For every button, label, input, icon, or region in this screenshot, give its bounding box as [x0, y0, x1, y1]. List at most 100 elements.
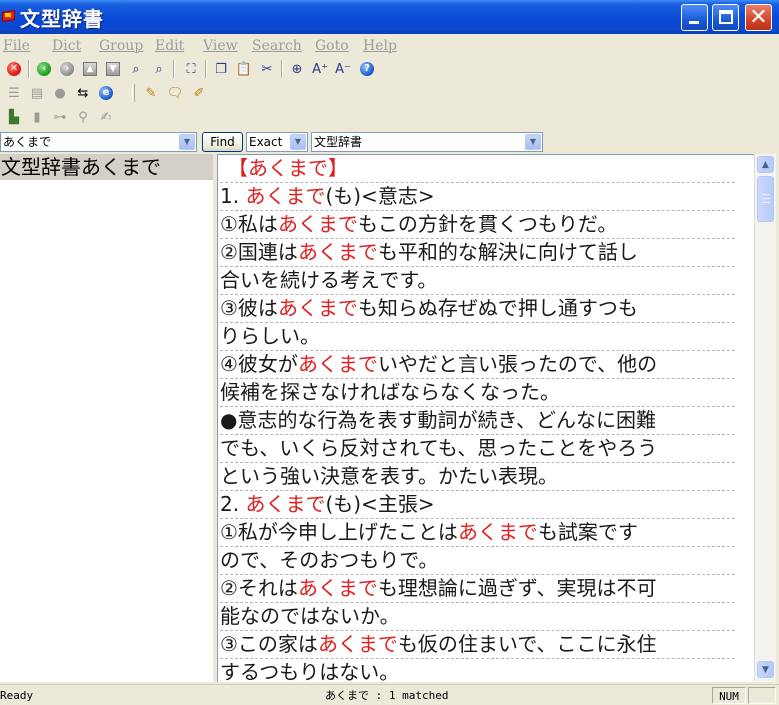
chevron-down-icon[interactable]: ▼ [290, 134, 306, 150]
highlight-icon: ✎ [145, 85, 157, 101]
search-button[interactable]: ⌕ [127, 60, 145, 78]
scroll-thumb[interactable] [757, 176, 774, 222]
edit-pen-button[interactable]: ✐ [190, 84, 208, 102]
fullscreen-button[interactable]: ⛶ [182, 60, 200, 78]
entry-line: という強い決意を表す。かたい表現。 [220, 463, 735, 491]
entry-text: 2. [220, 492, 246, 516]
font-decrease-button[interactable]: A⁻ [334, 60, 352, 78]
highlighted-term: あくまで [317, 632, 398, 656]
entry-line: ②国連はあくまでも平和的な解決に向けて話し [220, 239, 735, 267]
menu-file[interactable]: File [3, 38, 30, 54]
highlight-button[interactable]: ✎ [142, 84, 160, 102]
highlighted-term: 【あくまで】 [228, 156, 348, 180]
up-button[interactable]: ▲ [81, 60, 99, 78]
zoom-button[interactable]: ⊕ [288, 60, 306, 78]
document-icon: ▮ [33, 109, 41, 125]
entry-text: ので、そのおつもりで。 [220, 548, 439, 572]
entry-line: ①私はあくまでもこの方針を貫くつもりだ。 [220, 211, 735, 239]
speech-button[interactable]: ● [51, 84, 69, 102]
copy-icon: ❐ [215, 61, 227, 77]
entry-text: も理想論に過ぎず、実現は不可 [377, 576, 657, 600]
chevron-down-icon[interactable]: ▼ [179, 134, 195, 150]
query-combo[interactable]: あくまで ▼ [0, 132, 197, 152]
help-button[interactable]: ? [358, 60, 376, 78]
entry-text: (も)<意志> [325, 184, 435, 208]
entry-text: ③この家は [220, 632, 318, 656]
entry-view[interactable]: 【あくまで】 1. あくまで(も)<意志> ①私はあくまでもこの方針を貫くつもりだ。… [217, 154, 754, 682]
menu-view[interactable]: View [203, 38, 238, 54]
menu-group[interactable]: Group [99, 38, 143, 54]
bookmark-icon: ▙ [9, 109, 19, 125]
entry-text: ①私が今申し上げたことは [220, 520, 458, 544]
font-increase-icon: A⁺ [312, 61, 328, 77]
stop-button[interactable]: ✕ [5, 60, 23, 78]
highlighted-term: あくまで [245, 492, 326, 516]
pin-button[interactable]: ⚲ [74, 108, 92, 126]
cut-button[interactable]: ✂ [258, 60, 276, 78]
menu-edit[interactable]: Edit [155, 38, 184, 54]
forward-button[interactable]: › [58, 60, 76, 78]
chevron-down-icon[interactable]: ▼ [525, 134, 541, 150]
entry-line: ④彼女があくまでいやだと言い張ったので、他の [220, 351, 735, 379]
find-button[interactable]: Find [202, 132, 243, 152]
entry-text: ④彼女が [220, 352, 298, 376]
match-mode-value: Exact [249, 135, 283, 149]
menu-search[interactable]: Search [252, 38, 302, 54]
cut-icon: ✂ [261, 61, 273, 77]
entry-line: ③彼はあくまでも知らぬ存ぜぬで押し通すつも [220, 295, 735, 323]
web-icon: e [99, 86, 113, 100]
highlighted-term: あくまで [297, 352, 378, 376]
web-button[interactable]: e [97, 84, 115, 102]
highlighted-term: あくまで [277, 212, 358, 236]
document-button[interactable]: ▮ [28, 108, 46, 126]
font-decrease-icon: A⁻ [335, 61, 351, 77]
chevron-down-icon: ▼ [762, 664, 769, 675]
tree-button[interactable]: ⊶ [51, 108, 69, 126]
match-mode-select[interactable]: Exact ▼ [246, 132, 308, 152]
write-button[interactable]: ✍ [97, 108, 115, 126]
font-increase-button[interactable]: A⁺ [311, 60, 329, 78]
title-bar[interactable]: 文型辞書 ✕ [0, 0, 779, 34]
navigate-button[interactable]: ⇆ [74, 84, 92, 102]
help-icon: ? [360, 62, 374, 76]
copy-button[interactable]: ❐ [212, 60, 230, 78]
card-button[interactable]: ▤ [28, 84, 46, 102]
menu-help[interactable]: Help [363, 38, 397, 54]
search-next-button[interactable]: ⌕ [150, 60, 168, 78]
scroll-up-arrow[interactable]: ▲ [757, 156, 774, 173]
dictionary-select[interactable]: 文型辞書 ▼ [311, 132, 543, 152]
stop-icon: ✕ [7, 62, 21, 76]
list-button[interactable]: ☰ [5, 84, 23, 102]
toolbar-grip[interactable] [132, 84, 135, 102]
entry-text: 1. [220, 184, 246, 208]
back-button[interactable]: ‹ [35, 60, 53, 78]
maximize-button[interactable] [712, 4, 739, 31]
entry-line: 1. あくまで(も)<意志> [220, 183, 735, 211]
dictionary-value: 文型辞書 [314, 135, 363, 149]
menu-goto[interactable]: Goto [315, 38, 349, 54]
vertical-scrollbar[interactable]: ▲ ▼ [754, 154, 776, 682]
minimize-button[interactable] [681, 4, 708, 31]
down-button[interactable]: ▼ [104, 60, 122, 78]
result-item[interactable]: 文型辞書あくまで [0, 154, 213, 180]
highlighted-term: あくまで [457, 520, 538, 544]
fullscreen-icon: ⛶ [186, 61, 196, 77]
search-input[interactable]: あくまで [3, 135, 51, 149]
entry-line: でも、いくら反対されても、思ったことをやろう [220, 435, 735, 463]
paste-button[interactable]: 📋 [235, 60, 253, 78]
search-icon: ⌕ [132, 61, 140, 77]
back-icon: ‹ [37, 62, 51, 76]
bookmark-button[interactable]: ▙ [5, 108, 23, 126]
toolbar-separator [205, 60, 207, 78]
menu-dict[interactable]: Dict [52, 38, 81, 54]
close-button[interactable]: ✕ [745, 4, 772, 31]
scroll-down-arrow[interactable]: ▼ [757, 661, 774, 678]
window-title: 文型辞書 [20, 7, 104, 31]
results-list: 文型辞書あくまで [0, 154, 213, 682]
note-button[interactable]: 🗨 [166, 84, 184, 102]
entry-text: もこの方針を貫くつもりだ。 [357, 212, 618, 236]
status-message: Ready [0, 689, 34, 702]
search-next-icon: ⌕ [155, 61, 163, 77]
entry-line: ①私が今申し上げたことはあくまでも試案です [220, 519, 735, 547]
main-toolbar: ✕ ‹ › ▲ ▼ ⌕ ⌕ ⛶ ❐ 📋 ✂ ⊕ A⁺ A⁻ ? [0, 58, 779, 80]
